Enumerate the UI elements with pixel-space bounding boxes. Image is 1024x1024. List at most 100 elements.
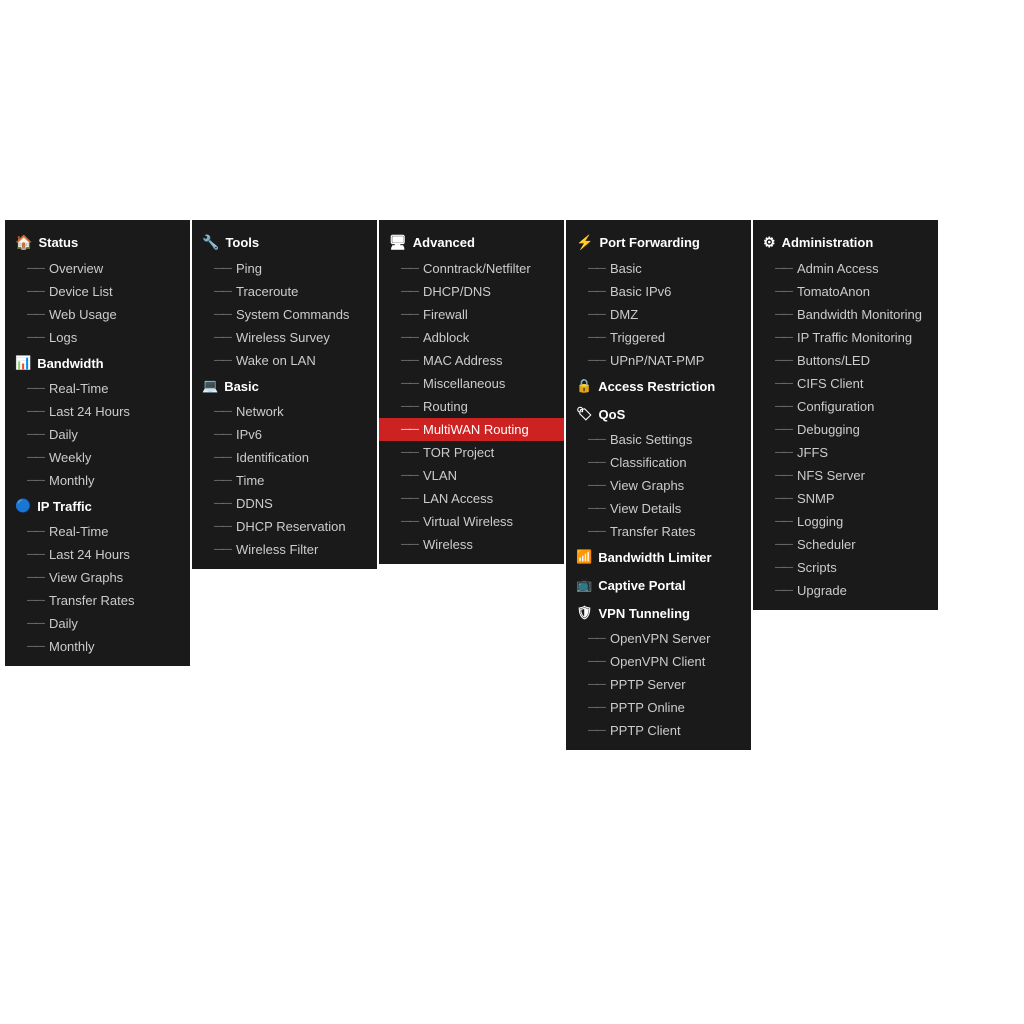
sub-item-tools-0-0[interactable]: Network (192, 400, 377, 423)
sub-item-tools-0-4[interactable]: DDNS (192, 492, 377, 515)
sub-section-port-forwarding-1[interactable]: 🏷 QoS (566, 400, 751, 428)
menu-item-port-forwarding-3[interactable]: Triggered (566, 326, 751, 349)
panel-header-tools[interactable]: 🔧 Tools (192, 228, 377, 257)
panel-title-tools: Tools (225, 235, 259, 250)
panel-header-advanced[interactable]: 🖥Advanced (379, 228, 564, 257)
sub-item-port-forwarding-4-4[interactable]: PPTP Client (566, 719, 751, 742)
menu-item-administration-4[interactable]: Buttons/LED (753, 349, 938, 372)
menu-item-port-forwarding-4[interactable]: UPnP/NAT-PMP (566, 349, 751, 372)
sub-item-port-forwarding-1-1[interactable]: Classification (566, 451, 751, 474)
menu-item-advanced-5[interactable]: Miscellaneous (379, 372, 564, 395)
menu-item-advanced-7[interactable]: MultiWAN Routing (379, 418, 564, 441)
sub-icon-port-forwarding-2: 📶 (576, 549, 592, 565)
sub-item-tools-0-5[interactable]: DHCP Reservation (192, 515, 377, 538)
sub-section-port-forwarding-3[interactable]: 📺Captive Portal (566, 571, 751, 599)
sub-item-port-forwarding-1-3[interactable]: View Details (566, 497, 751, 520)
sub-item-port-forwarding-4-1[interactable]: OpenVPN Client (566, 650, 751, 673)
sub-item-status-0-4[interactable]: Monthly (5, 469, 190, 492)
panel-title-administration: Administration (782, 235, 874, 250)
menu-item-status-1[interactable]: Device List (5, 280, 190, 303)
menu-item-tools-0[interactable]: Ping (192, 257, 377, 280)
menu-item-administration-2[interactable]: Bandwidth Monitoring (753, 303, 938, 326)
menu-item-advanced-1[interactable]: DHCP/DNS (379, 280, 564, 303)
menu-item-port-forwarding-1[interactable]: Basic IPv6 (566, 280, 751, 303)
menu-item-tools-2[interactable]: System Commands (192, 303, 377, 326)
sub-item-port-forwarding-1-2[interactable]: View Graphs (566, 474, 751, 497)
menu-item-advanced-11[interactable]: Virtual Wireless (379, 510, 564, 533)
menu-item-advanced-9[interactable]: VLAN (379, 464, 564, 487)
sub-item-status-1-5[interactable]: Monthly (5, 635, 190, 658)
menu-item-port-forwarding-2[interactable]: DMZ (566, 303, 751, 326)
panel-header-status[interactable]: 🏠Status (5, 228, 190, 257)
sub-item-tools-0-1[interactable]: IPv6 (192, 423, 377, 446)
sub-item-status-1-4[interactable]: Daily (5, 612, 190, 635)
menu-item-status-0[interactable]: Overview (5, 257, 190, 280)
menu-item-administration-10[interactable]: SNMP (753, 487, 938, 510)
menu-item-administration-11[interactable]: Logging (753, 510, 938, 533)
menu-item-administration-1[interactable]: TomatoAnon (753, 280, 938, 303)
sub-section-port-forwarding-2[interactable]: 📶Bandwidth Limiter (566, 543, 751, 571)
menu-item-advanced-3[interactable]: Adblock (379, 326, 564, 349)
sub-section-status-1[interactable]: 🔵 IP Traffic (5, 492, 190, 520)
menu-item-administration-6[interactable]: Configuration (753, 395, 938, 418)
menu-item-status-3[interactable]: Logs (5, 326, 190, 349)
sub-section-port-forwarding-0[interactable]: 🔒Access Restriction (566, 372, 751, 400)
panel-icon-tools: 🔧 (202, 234, 219, 251)
panel-port-forwarding: ⚡Port ForwardingBasicBasic IPv6DMZTrigge… (566, 220, 751, 750)
sub-item-status-1-0[interactable]: Real-Time (5, 520, 190, 543)
menu-item-advanced-12[interactable]: Wireless (379, 533, 564, 556)
menu-item-administration-12[interactable]: Scheduler (753, 533, 938, 556)
menu-item-tools-3[interactable]: Wireless Survey (192, 326, 377, 349)
panel-icon-port-forwarding: ⚡ (576, 234, 593, 251)
sub-item-port-forwarding-4-0[interactable]: OpenVPN Server (566, 627, 751, 650)
menu-item-tools-1[interactable]: Traceroute (192, 280, 377, 303)
sub-item-status-0-0[interactable]: Real-Time (5, 377, 190, 400)
sub-item-tools-0-3[interactable]: Time (192, 469, 377, 492)
menu-item-administration-8[interactable]: JFFS (753, 441, 938, 464)
sub-item-tools-0-2[interactable]: Identification (192, 446, 377, 469)
sub-item-status-1-1[interactable]: Last 24 Hours (5, 543, 190, 566)
sub-section-port-forwarding-4[interactable]: 🛡VPN Tunneling (566, 599, 751, 627)
menu-item-advanced-8[interactable]: TOR Project (379, 441, 564, 464)
sub-item-status-1-3[interactable]: Transfer Rates (5, 589, 190, 612)
sub-section-tools-0[interactable]: 💻Basic (192, 372, 377, 400)
menu-item-advanced-0[interactable]: Conntrack/Netfilter (379, 257, 564, 280)
menu-item-administration-13[interactable]: Scripts (753, 556, 938, 579)
sub-item-port-forwarding-1-4[interactable]: Transfer Rates (566, 520, 751, 543)
sub-item-status-0-3[interactable]: Weekly (5, 446, 190, 469)
panel-status: 🏠StatusOverviewDevice ListWeb UsageLogs📊… (5, 220, 190, 666)
menu-item-administration-3[interactable]: IP Traffic Monitoring (753, 326, 938, 349)
menu-item-advanced-6[interactable]: Routing (379, 395, 564, 418)
sub-item-port-forwarding-4-2[interactable]: PPTP Server (566, 673, 751, 696)
panel-tools: 🔧ToolsPingTracerouteSystem CommandsWirel… (192, 220, 377, 569)
sub-item-status-0-1[interactable]: Last 24 Hours (5, 400, 190, 423)
menu-item-administration-0[interactable]: Admin Access (753, 257, 938, 280)
sub-icon-port-forwarding-4: 🛡 (576, 605, 593, 621)
menu-item-administration-5[interactable]: CIFS Client (753, 372, 938, 395)
menu-item-tools-4[interactable]: Wake on LAN (192, 349, 377, 372)
sub-item-tools-0-6[interactable]: Wireless Filter (192, 538, 377, 561)
menu-item-administration-7[interactable]: Debugging (753, 418, 938, 441)
menu-item-administration-14[interactable]: Upgrade (753, 579, 938, 602)
sub-icon-port-forwarding-1: 🏷 (576, 406, 593, 422)
menu-item-administration-9[interactable]: NFS Server (753, 464, 938, 487)
sub-title-port-forwarding-1: QoS (599, 407, 626, 422)
sub-icon-status-1: 🔵 (15, 498, 31, 514)
menu-item-advanced-10[interactable]: LAN Access (379, 487, 564, 510)
sub-section-status-0[interactable]: 📊Bandwidth (5, 349, 190, 377)
sub-title-status-1: IP Traffic (37, 499, 92, 514)
menu-item-advanced-4[interactable]: MAC Address (379, 349, 564, 372)
panel-header-port-forwarding[interactable]: ⚡Port Forwarding (566, 228, 751, 257)
sub-icon-port-forwarding-3: 📺 (576, 577, 592, 593)
menu-item-status-2[interactable]: Web Usage (5, 303, 190, 326)
menu-container: 🏠StatusOverviewDevice ListWeb UsageLogs📊… (5, 220, 940, 750)
panel-header-administration[interactable]: ⚙Administration (753, 228, 938, 257)
menu-item-port-forwarding-0[interactable]: Basic (566, 257, 751, 280)
panel-icon-status: 🏠 (15, 234, 32, 251)
sub-icon-tools-0: 💻 (202, 378, 218, 394)
sub-item-port-forwarding-4-3[interactable]: PPTP Online (566, 696, 751, 719)
sub-item-status-0-2[interactable]: Daily (5, 423, 190, 446)
sub-item-port-forwarding-1-0[interactable]: Basic Settings (566, 428, 751, 451)
sub-item-status-1-2[interactable]: View Graphs (5, 566, 190, 589)
menu-item-advanced-2[interactable]: Firewall (379, 303, 564, 326)
